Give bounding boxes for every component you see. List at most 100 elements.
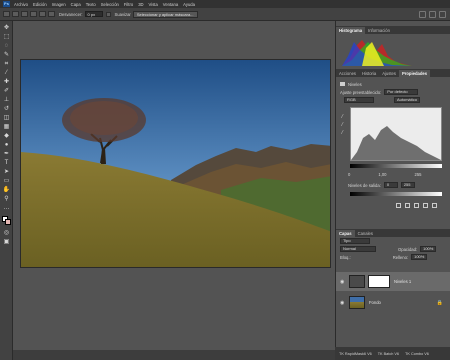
quick-mask-icon[interactable]: ◎	[2, 230, 11, 237]
eye-icon[interactable]: ◉	[340, 279, 346, 285]
menu-texto[interactable]: Texto	[86, 2, 96, 7]
history-brush-tool-icon[interactable]: ↺	[2, 106, 11, 113]
search-icon[interactable]	[419, 11, 426, 18]
layer-name[interactable]: Niveles 1	[394, 279, 411, 284]
hand-tool-icon[interactable]: ✋	[2, 187, 11, 194]
photoshop-window: Ps Archivo Edición Imagen Capa Texto Sel…	[0, 0, 450, 360]
zoom-tool-icon[interactable]: ⚲	[2, 196, 11, 203]
adjustment-name: Niveles	[348, 81, 362, 87]
view-previous-icon[interactable]	[405, 203, 410, 208]
input-mid-value[interactable]: 1,00	[378, 172, 386, 177]
tab-ajustes[interactable]: Ajustes	[379, 70, 399, 77]
input-white-value[interactable]: 255	[415, 172, 422, 177]
tab-batch[interactable]: TK Batch V6	[378, 352, 399, 356]
subtract-selection-icon[interactable]	[39, 11, 46, 17]
black-point-eyedropper-icon[interactable]: ⁄	[342, 113, 343, 121]
layer-filter-row: Tipo	[336, 237, 450, 245]
type-tool-icon[interactable]: T	[2, 160, 11, 167]
blend-mode-select[interactable]: Normal	[340, 246, 376, 252]
menu-ayuda[interactable]: Ayuda	[183, 2, 195, 7]
tab-informacion[interactable]: Información	[365, 27, 393, 34]
histogram-graph	[342, 40, 412, 66]
home-icon[interactable]	[3, 11, 10, 17]
output-white-value[interactable]: 255	[400, 182, 415, 188]
opacity-input[interactable]: 100%	[420, 246, 437, 252]
adjustment-layer-thumbnail	[349, 275, 365, 288]
path-selection-tool-icon[interactable]: ➤	[2, 169, 11, 176]
share-icon[interactable]	[439, 11, 446, 18]
tab-capas[interactable]: Capas	[336, 230, 355, 237]
tab-canales[interactable]: Canales	[355, 230, 376, 237]
crop-tool-icon[interactable]: ⌗	[2, 61, 11, 68]
right-panel-dock: Histograma Información Acciones Historia…	[335, 21, 450, 360]
clone-stamp-tool-icon[interactable]: ⊥	[2, 97, 11, 104]
brush-tool-icon[interactable]: ✐	[2, 88, 11, 95]
properties-panel: Acciones Historia Ajustes Propiedades Ni…	[336, 69, 450, 229]
screen-mode-icon[interactable]: ▣	[2, 239, 11, 246]
menu-edicion[interactable]: Edición	[33, 2, 47, 7]
tab-combo[interactable]: TK Combo V6	[405, 352, 429, 356]
layer-row[interactable]: ◉ Niveles 1	[336, 272, 450, 291]
gray-point-eyedropper-icon[interactable]: ⁄	[342, 121, 343, 129]
visibility-icon[interactable]	[423, 203, 428, 208]
tab-historia[interactable]: Historia	[359, 70, 379, 77]
clip-to-layer-icon[interactable]	[396, 203, 401, 208]
preset-select[interactable]: Por defecto	[384, 89, 419, 95]
marquee-tool-icon[interactable]: ⬚	[2, 34, 11, 41]
select-and-mask-button[interactable]: Seleccionar y aplicar máscara...	[132, 10, 198, 18]
more-tools-icon[interactable]: …	[2, 205, 11, 212]
fill-input[interactable]: 100%	[411, 254, 428, 260]
menu-imagen[interactable]: Imagen	[52, 2, 66, 7]
histogram-panel: Histograma Información	[336, 26, 450, 68]
lock-icon: 🔒	[436, 299, 443, 306]
white-point-eyedropper-icon[interactable]: ⁄	[342, 129, 343, 137]
gradient-tool-icon[interactable]: ▦	[2, 124, 11, 131]
trash-icon[interactable]	[432, 203, 437, 208]
eyedropper-tool-icon[interactable]: ⁄	[2, 70, 11, 77]
menu-seleccion[interactable]: Selección	[101, 2, 119, 7]
eye-icon[interactable]: ◉	[340, 300, 346, 306]
tab-histograma[interactable]: Histograma	[336, 27, 366, 34]
tab-acciones[interactable]: Acciones	[336, 70, 359, 77]
new-selection-icon[interactable]	[21, 11, 28, 17]
background-color-swatch[interactable]	[5, 219, 11, 225]
feather-label: Desvanecer:	[59, 11, 83, 17]
lasso-tool-preset-icon[interactable]	[12, 11, 19, 17]
output-levels-label-row: Niveles de salida: 0 255	[348, 181, 415, 189]
workspace-icon[interactable]	[429, 11, 436, 18]
document-canvas-area[interactable]	[13, 21, 335, 360]
menu-capa[interactable]: Capa	[71, 2, 81, 7]
menu-filtro[interactable]: Filtro	[124, 2, 133, 7]
layer-filter-select[interactable]: Tipo	[340, 238, 370, 244]
output-black-value[interactable]: 0	[383, 182, 398, 188]
eraser-tool-icon[interactable]: ◫	[2, 115, 11, 122]
antialias-checkbox[interactable]	[105, 11, 111, 17]
layer-row[interactable]: ◉ Fondo 🔒	[336, 293, 450, 312]
document-image[interactable]	[20, 59, 331, 268]
layer-mask-thumbnail[interactable]	[368, 275, 390, 288]
menu-3d[interactable]: 3D	[138, 2, 143, 7]
channel-select[interactable]: RGB	[344, 97, 374, 103]
dodge-tool-icon[interactable]: ●	[2, 142, 11, 149]
reset-icon[interactable]	[414, 203, 419, 208]
rectangle-tool-icon[interactable]: ▭	[2, 178, 11, 185]
quick-selection-tool-icon[interactable]: ✎	[2, 52, 11, 59]
tab-rapidmask[interactable]: TK RapidMask6 V6	[339, 352, 372, 356]
blur-tool-icon[interactable]: ◆	[2, 133, 11, 140]
lasso-tool-icon[interactable]: ◌	[2, 43, 11, 50]
move-tool-icon[interactable]: ✥	[2, 25, 11, 32]
add-to-selection-icon[interactable]	[30, 11, 37, 17]
intersect-selection-icon[interactable]	[48, 11, 55, 17]
layer-name[interactable]: Fondo	[369, 300, 381, 305]
tab-propiedades[interactable]: Propiedades	[398, 70, 431, 77]
menu-archivo[interactable]: Archivo	[14, 2, 28, 7]
menu-vista[interactable]: Vista	[149, 2, 158, 7]
healing-brush-tool-icon[interactable]: ✚	[2, 79, 11, 86]
menu-ventana[interactable]: Ventana	[163, 2, 178, 7]
input-black-value[interactable]: 0	[348, 172, 350, 177]
auto-button[interactable]: Automático	[394, 97, 420, 103]
menu-bar: Ps Archivo Edición Imagen Capa Texto Sel…	[0, 0, 450, 8]
input-levels-gradient	[350, 164, 442, 168]
pen-tool-icon[interactable]: ✒	[2, 151, 11, 158]
feather-input[interactable]: 0 px	[84, 11, 103, 17]
